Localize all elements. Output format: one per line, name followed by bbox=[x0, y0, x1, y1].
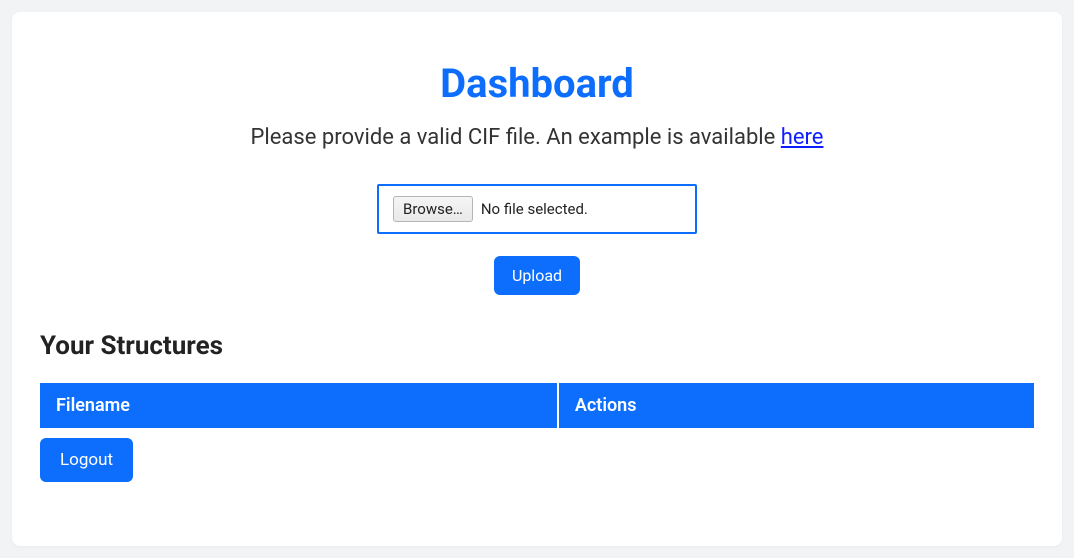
upload-button[interactable]: Upload bbox=[494, 256, 580, 295]
subtitle-text: Please provide a valid CIF file. An exam… bbox=[251, 125, 781, 150]
example-link[interactable]: here bbox=[781, 125, 824, 150]
browse-button[interactable]: Browse… bbox=[393, 196, 473, 222]
dashboard-card: Dashboard Please provide a valid CIF fil… bbox=[12, 12, 1062, 546]
page-title: Dashboard bbox=[40, 60, 1034, 107]
structures-table: Filename Actions bbox=[40, 381, 1034, 430]
file-status: No file selected. bbox=[481, 200, 588, 218]
subtitle: Please provide a valid CIF file. An exam… bbox=[40, 125, 1034, 150]
table-header-row: Filename Actions bbox=[40, 383, 1034, 428]
file-input[interactable]: Browse… No file selected. bbox=[377, 184, 697, 234]
column-filename: Filename bbox=[40, 383, 557, 428]
logout-button[interactable]: Logout bbox=[40, 438, 133, 482]
your-structures-heading: Your Structures bbox=[40, 331, 1034, 361]
column-actions: Actions bbox=[559, 383, 1034, 428]
